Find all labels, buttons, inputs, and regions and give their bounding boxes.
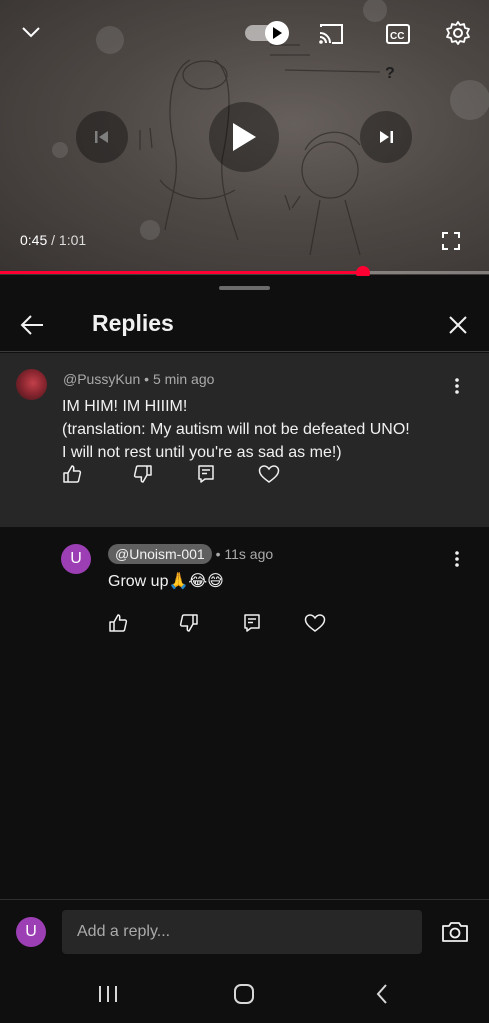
close-icon <box>449 316 467 334</box>
meta-separator: • <box>144 371 150 387</box>
reply-input[interactable] <box>62 910 422 954</box>
fullscreen-button[interactable] <box>437 227 465 255</box>
avatar[interactable] <box>16 369 47 400</box>
next-icon <box>380 131 393 143</box>
panel-header: Replies <box>0 298 489 352</box>
comment-text-line: I will not rest until you're as sad as m… <box>62 444 342 461</box>
total-duration: 1:01 <box>58 232 87 248</box>
reply-button[interactable] <box>238 609 266 637</box>
thumbs-up-icon <box>63 465 82 483</box>
progress-bar[interactable] <box>0 271 489 274</box>
settings-button[interactable] <box>443 18 473 48</box>
dislike-button[interactable] <box>129 460 157 488</box>
play-icon <box>233 123 256 151</box>
comment-options-button[interactable] <box>447 545 467 573</box>
avatar[interactable]: U <box>16 917 46 947</box>
heart-button[interactable] <box>301 609 329 637</box>
comment-author[interactable]: @Unoism-001 <box>108 544 212 564</box>
autoplay-toggle[interactable] <box>243 19 291 47</box>
system-navigation-bar <box>0 965 489 1023</box>
comment-meta: @Unoism-001 • 11s ago <box>108 544 273 564</box>
chevron-down-icon <box>22 27 40 38</box>
playback-time: 0:45 / 1:01 <box>20 232 86 248</box>
cast-icon <box>319 24 343 44</box>
parent-comment: @PussyKun • 5 min ago IM HIM! IM HIIIM! … <box>0 353 489 527</box>
camera-button[interactable] <box>439 916 471 948</box>
thumbs-down-icon <box>179 614 198 632</box>
comment-text: IM HIM! IM HIIIM! (translation: My autis… <box>62 395 410 464</box>
more-vertical-icon <box>455 551 459 567</box>
close-button[interactable] <box>443 310 473 340</box>
thumbs-up-icon <box>109 614 128 632</box>
comment-reply-icon <box>244 614 260 632</box>
panel-title: Replies <box>92 310 174 336</box>
like-button[interactable] <box>104 609 132 637</box>
comment-age: 11s ago <box>224 546 274 562</box>
camera-icon <box>442 922 468 942</box>
drag-handle[interactable] <box>219 286 270 290</box>
comment-author[interactable]: @PussyKun <box>63 371 140 387</box>
chevron-left-icon <box>376 984 387 1004</box>
meta-separator: • <box>215 546 221 562</box>
home-button[interactable] <box>228 978 260 1010</box>
recent-apps-icon <box>99 986 117 1002</box>
thumbs-down-icon <box>133 465 152 483</box>
heart-icon <box>304 614 326 632</box>
reply-button[interactable] <box>192 460 220 488</box>
comment-reply-icon <box>198 465 214 483</box>
home-icon <box>234 984 254 1004</box>
comment-options-button[interactable] <box>447 372 467 400</box>
reply-bar: U <box>0 899 489 965</box>
play-button[interactable] <box>209 102 279 172</box>
comment-text: Grow up🙏😂😅 <box>108 573 224 590</box>
closed-captions-icon: CC <box>386 24 410 44</box>
recent-apps-button[interactable] <box>92 979 124 1009</box>
heart-button[interactable] <box>255 460 283 488</box>
more-vertical-icon <box>455 378 459 394</box>
previous-button[interactable] <box>76 111 128 163</box>
captions-button[interactable]: CC <box>383 21 413 47</box>
settings-icon <box>446 21 470 45</box>
like-button[interactable] <box>58 460 86 488</box>
previous-icon <box>95 131 108 143</box>
comment-meta: @PussyKun • 5 min ago <box>63 371 214 387</box>
dislike-button[interactable] <box>175 609 203 637</box>
comment-age: 5 min ago <box>152 371 215 387</box>
comment-text-line: (translation: My autism will not be defe… <box>62 421 410 438</box>
next-button[interactable] <box>360 111 412 163</box>
current-time: 0:45 <box>20 232 48 248</box>
arrow-left-icon <box>20 315 43 335</box>
cast-button[interactable] <box>316 20 346 48</box>
autoplay-toggle-icon <box>245 21 289 45</box>
back-button[interactable] <box>16 310 48 340</box>
comment-text-line: IM HIM! IM HIIIM! <box>62 398 188 415</box>
back-nav-button[interactable] <box>366 979 398 1009</box>
progress-played <box>0 271 363 274</box>
heart-icon <box>258 465 280 483</box>
video-player[interactable]: ? CC 0:45 / 1:01 <box>0 0 489 275</box>
avatar[interactable]: U <box>61 544 91 574</box>
replies-panel: Replies @PussyKun • 5 min ago IM HIM! IM… <box>0 276 489 899</box>
time-separator: / <box>47 232 59 248</box>
reply-comment: U @Unoism-001 • 11s ago Grow up🙏😂😅 <box>0 527 489 647</box>
svg-text:CC: CC <box>390 31 404 42</box>
collapse-button[interactable] <box>16 18 46 46</box>
fullscreen-icon <box>442 232 460 250</box>
